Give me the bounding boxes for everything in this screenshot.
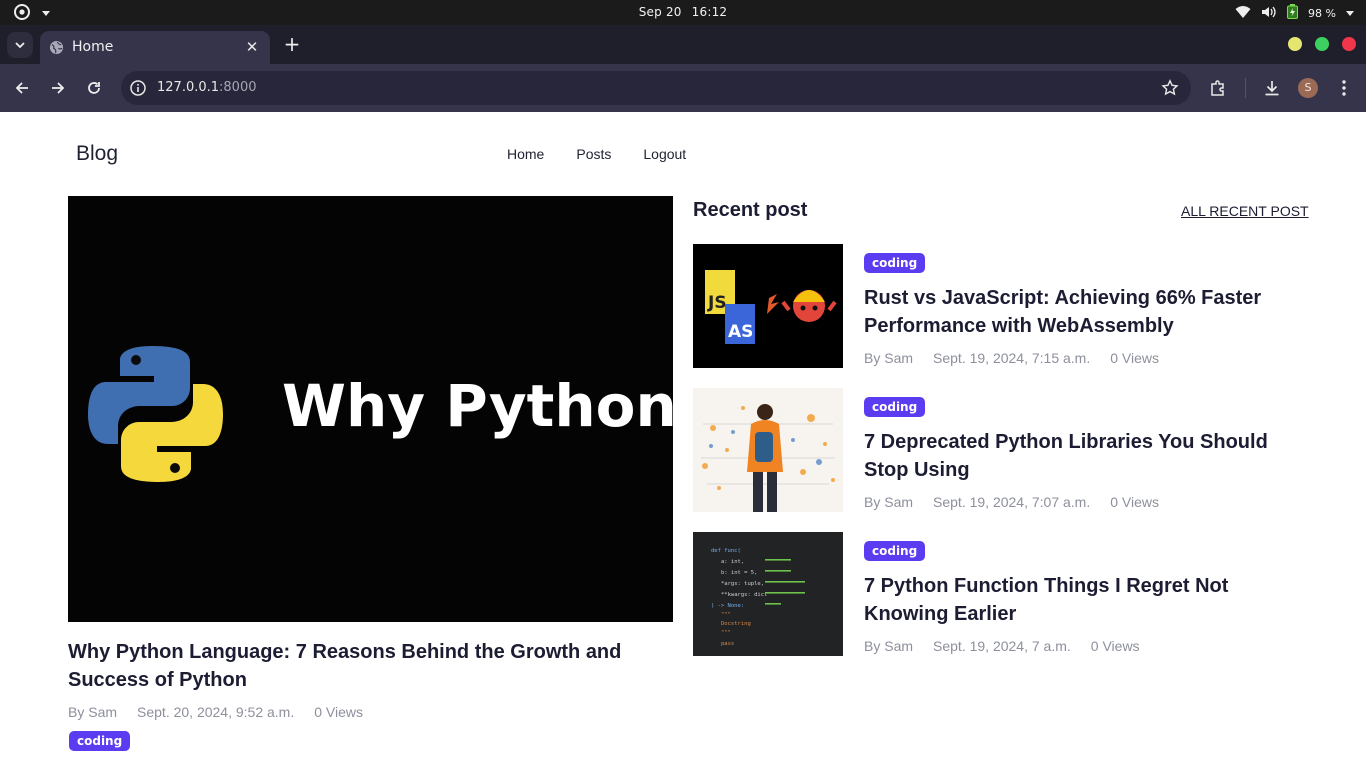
arrow-right-icon xyxy=(52,82,65,94)
browser-toolbar: 127.0.0.1:8000 xyxy=(0,64,1366,112)
thumb-js-text: JS xyxy=(707,293,727,313)
battery-icon xyxy=(1287,4,1299,22)
maximize-button[interactable] xyxy=(1315,37,1329,51)
recent-post-title[interactable]: 7 Python Function Things I Regret Not Kn… xyxy=(864,572,1294,628)
person-data-art-thumb xyxy=(701,404,835,512)
reload-button[interactable] xyxy=(82,76,106,100)
bookmark-star-icon[interactable] xyxy=(1161,79,1179,101)
profile-avatar[interactable]: S xyxy=(1298,78,1318,98)
tab-title: Home xyxy=(72,39,114,55)
recent-post-meta: By Sam Sept. 19, 2024, 7:07 a.m. 0 Views xyxy=(864,494,1159,510)
featured-post-image[interactable]: Why Python? xyxy=(68,196,673,622)
featured-category-badge[interactable]: coding xyxy=(69,731,131,751)
os-clock[interactable]: Sep 20 16:12 xyxy=(0,5,1366,19)
tab-close-icon[interactable]: ✕ xyxy=(242,37,262,57)
os-date: Sep 20 xyxy=(638,5,682,19)
os-top-bar: Sep 20 16:12 98 % xyxy=(0,0,1366,25)
wifi-icon xyxy=(1235,5,1251,22)
battery-percent: 98 % xyxy=(1308,6,1336,20)
tab-search-button[interactable] xyxy=(7,32,33,58)
recent-post-thumbnail[interactable]: JS AS xyxy=(693,244,843,368)
recent-post-date: Sept. 19, 2024, 7:07 a.m. xyxy=(933,494,1091,510)
blog-page: Blog Home Posts Logout Why Python? Why P… xyxy=(0,112,1366,768)
featured-image-text: Why Python? xyxy=(282,372,673,440)
recent-post-category-badge[interactable]: coding xyxy=(864,541,926,561)
forward-button[interactable] xyxy=(46,76,70,100)
featured-post-meta: By Sam Sept. 20, 2024, 9:52 a.m. 0 Views xyxy=(68,704,363,720)
new-tab-button[interactable]: + xyxy=(281,33,303,55)
close-window-button[interactable] xyxy=(1342,37,1356,51)
main-nav: Home Posts Logout xyxy=(507,146,718,162)
tab-home[interactable]: Home ✕ xyxy=(40,31,270,64)
code-line: Docstring xyxy=(721,621,751,627)
extensions-button[interactable] xyxy=(1206,76,1230,100)
recent-post-item: JS AS coding Rust vs JavaScript: Achievi… xyxy=(693,244,1299,368)
back-button[interactable] xyxy=(10,76,34,100)
code-line: ) -> None: xyxy=(711,603,744,609)
os-time: 16:12 xyxy=(691,5,728,19)
recent-post-views: 0 Views xyxy=(1090,638,1140,654)
recent-post-meta: By Sam Sept. 19, 2024, 7:15 a.m. 0 Views xyxy=(864,350,1159,366)
os-status-area[interactable]: 98 % xyxy=(1235,4,1354,22)
recent-post-item: def func( a: int, b: int = 5, *args: tup… xyxy=(693,532,1299,656)
address-bar[interactable]: 127.0.0.1:8000 xyxy=(121,71,1191,105)
featured-views: 0 Views xyxy=(314,704,364,720)
arrow-left-icon xyxy=(15,82,28,94)
code-line: """ xyxy=(721,612,731,618)
url-text[interactable]: 127.0.0.1:8000 xyxy=(157,80,257,95)
puzzle-icon xyxy=(1211,80,1224,96)
code-line: **kwargs: dict xyxy=(721,592,767,598)
featured-post-title[interactable]: Why Python Language: 7 Reasons Behind th… xyxy=(68,638,668,694)
browser-tab-strip: Home ✕ + xyxy=(0,25,1366,64)
browser-menu-button[interactable] xyxy=(1332,76,1356,100)
minimize-button[interactable] xyxy=(1288,37,1302,51)
featured-author: By Sam xyxy=(68,704,118,720)
globe-icon xyxy=(49,40,64,59)
code-line: a: int, xyxy=(721,559,744,565)
downloads-button[interactable] xyxy=(1260,76,1284,100)
recent-post-views: 0 Views xyxy=(1110,494,1160,510)
code-snippet-thumb: def func( a: int, b: int = 5, *args: tup… xyxy=(711,548,805,647)
toolbar-divider xyxy=(1245,78,1246,98)
recent-post-author: By Sam xyxy=(864,638,914,654)
recent-post-views: 0 Views xyxy=(1110,350,1160,366)
recent-post-author: By Sam xyxy=(864,494,914,510)
site-brand[interactable]: Blog xyxy=(76,142,118,166)
reload-icon xyxy=(88,82,100,94)
url-port: :8000 xyxy=(219,80,257,95)
recent-post-title[interactable]: 7 Deprecated Python Libraries You Should… xyxy=(864,428,1294,484)
js-vs-rust-thumb: JS AS xyxy=(705,270,837,344)
recent-post-thumbnail[interactable] xyxy=(693,388,843,512)
chevron-down-icon xyxy=(15,41,25,48)
recent-post-author: By Sam xyxy=(864,350,914,366)
recent-post-category-badge[interactable]: coding xyxy=(864,253,926,273)
recent-post-date: Sept. 19, 2024, 7 a.m. xyxy=(933,638,1071,654)
code-line: pass xyxy=(721,641,734,647)
code-line: b: int = 5, xyxy=(721,570,757,576)
thumb-as-text: AS xyxy=(728,322,753,342)
python-logo-icon: Why Python? xyxy=(88,346,673,482)
code-line: """ xyxy=(721,630,731,636)
nav-logout[interactable]: Logout xyxy=(643,146,686,162)
recent-post-thumbnail[interactable]: def func( a: int, b: int = 5, *args: tup… xyxy=(693,532,843,656)
recent-post-item: coding 7 Deprecated Python Libraries You… xyxy=(693,388,1299,512)
site-info-icon[interactable] xyxy=(129,79,147,101)
recent-post-heading: Recent post xyxy=(693,199,808,221)
recent-post-meta: By Sam Sept. 19, 2024, 7 a.m. 0 Views xyxy=(864,638,1140,654)
featured-date: Sept. 20, 2024, 9:52 a.m. xyxy=(137,704,295,720)
code-line: *args: tuple, xyxy=(721,581,764,587)
download-icon xyxy=(1265,81,1279,96)
url-host: 127.0.0.1 xyxy=(157,80,220,95)
recent-post-category-badge[interactable]: coding xyxy=(864,397,926,417)
recent-post-title[interactable]: Rust vs JavaScript: Achieving 66% Faster… xyxy=(864,284,1294,340)
volume-icon xyxy=(1261,5,1277,22)
nav-home[interactable]: Home xyxy=(507,146,544,162)
code-line: def func( xyxy=(711,548,741,554)
nav-posts[interactable]: Posts xyxy=(576,146,611,162)
system-menu-chevron-icon[interactable] xyxy=(1346,10,1354,16)
recent-post-date: Sept. 19, 2024, 7:15 a.m. xyxy=(933,350,1091,366)
all-recent-post-link[interactable]: ALL RECENT POST xyxy=(1181,203,1309,219)
kebab-menu-icon xyxy=(1342,80,1346,96)
